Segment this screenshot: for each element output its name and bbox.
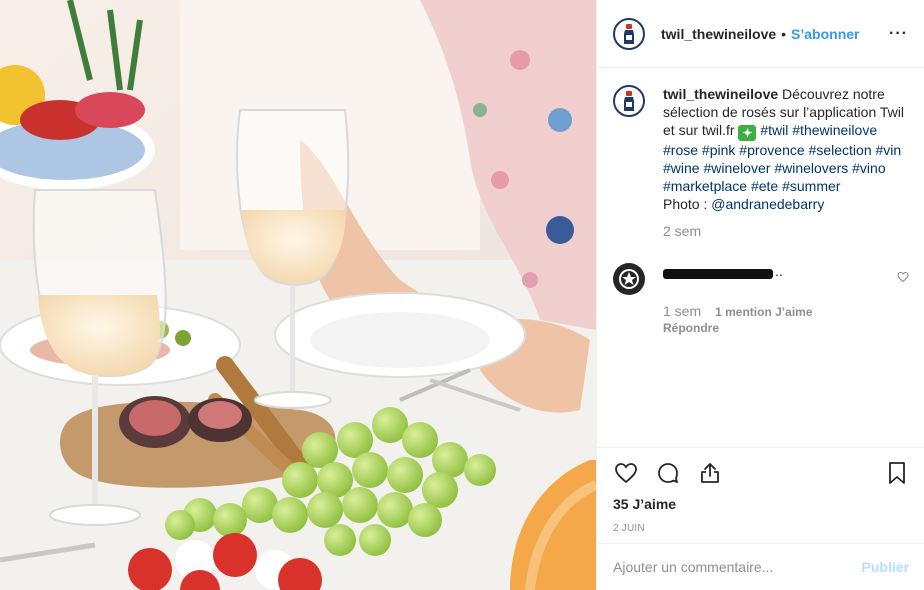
header-username[interactable]: twil_thewineilove: [661, 26, 776, 42]
caption-avatar[interactable]: [613, 85, 645, 117]
comment-icon: [658, 463, 678, 483]
reply-button[interactable]: Répondre: [663, 321, 909, 335]
star-avatar-icon: [619, 269, 639, 289]
wine-bottle-logo-icon: [624, 91, 634, 111]
hashtag[interactable]: #rose: [663, 142, 698, 158]
bookmark-icon: [889, 462, 905, 484]
heart-icon[interactable]: [897, 271, 909, 283]
hashtag[interactable]: #ete: [751, 178, 778, 194]
comment-item: ..: [613, 263, 909, 295]
caption-text: twil_thewineilove Découvrez notre sélect…: [663, 85, 909, 213]
comments-section: twil_thewineilove Découvrez notre sélect…: [597, 69, 924, 447]
action-bar: [613, 448, 909, 498]
redacted-comment: [663, 269, 773, 279]
hashtag[interactable]: #wine: [663, 160, 700, 176]
hashtag[interactable]: #winelover: [703, 160, 770, 176]
hashtag[interactable]: #vin: [876, 142, 902, 158]
share-button[interactable]: [697, 461, 723, 485]
hashtag[interactable]: #marketplace: [663, 178, 747, 194]
hashtag[interactable]: #provence: [739, 142, 804, 158]
save-button[interactable]: [885, 460, 909, 486]
like-button[interactable]: [613, 461, 639, 485]
hashtag[interactable]: #summer: [782, 178, 840, 194]
hashtag[interactable]: #winelovers: [774, 160, 848, 176]
caption-username[interactable]: twil_thewineilove: [663, 86, 778, 102]
hashtag[interactable]: #thewineilove: [792, 122, 877, 138]
post-photo-illustration: [0, 0, 596, 590]
post-photo[interactable]: [0, 0, 596, 590]
publish-button[interactable]: Publier: [862, 559, 909, 575]
hashtag[interactable]: #twil: [760, 122, 788, 138]
comment-tail: ..: [775, 263, 783, 279]
likes-count[interactable]: 35 J’aime: [613, 496, 909, 512]
more-icon[interactable]: ···: [889, 25, 908, 43]
post-sidebar: twil_thewineilove • S’abonner ··· twil_t…: [596, 0, 924, 590]
caption-timestamp[interactable]: 2 sem: [663, 223, 909, 239]
commenter-avatar[interactable]: [613, 263, 645, 295]
hashtag[interactable]: #vino: [852, 160, 885, 176]
post-header: twil_thewineilove • S’abonner ···: [597, 0, 924, 68]
hashtag[interactable]: #selection: [809, 142, 872, 158]
heart-icon: [615, 463, 637, 484]
comment-input[interactable]: [613, 559, 862, 575]
sparkle-emoji-icon: ✦: [738, 125, 757, 141]
account-avatar[interactable]: [613, 17, 645, 50]
post-date[interactable]: 2 JUIN: [613, 523, 909, 534]
photo-credit-prefix: Photo :: [663, 196, 712, 212]
wine-bottle-logo-icon: [624, 23, 634, 44]
header-separator: •: [781, 25, 787, 42]
actions-section: 35 J’aime 2 JUIN: [597, 447, 924, 543]
comment-meta: 1 sem 1 mention J’aime: [663, 303, 909, 319]
hashtag[interactable]: #pink: [702, 142, 735, 158]
comment-likes[interactable]: 1 mention J’aime: [715, 305, 812, 319]
follow-button[interactable]: S’abonner: [791, 26, 859, 42]
share-icon: [701, 463, 719, 483]
caption: twil_thewineilove Découvrez notre sélect…: [613, 85, 909, 213]
comment-timestamp[interactable]: 1 sem: [663, 303, 701, 319]
photo-credit-mention[interactable]: @andranedebarry: [711, 196, 824, 212]
add-comment-bar: Publier: [597, 543, 924, 590]
comment-button[interactable]: [655, 461, 681, 485]
